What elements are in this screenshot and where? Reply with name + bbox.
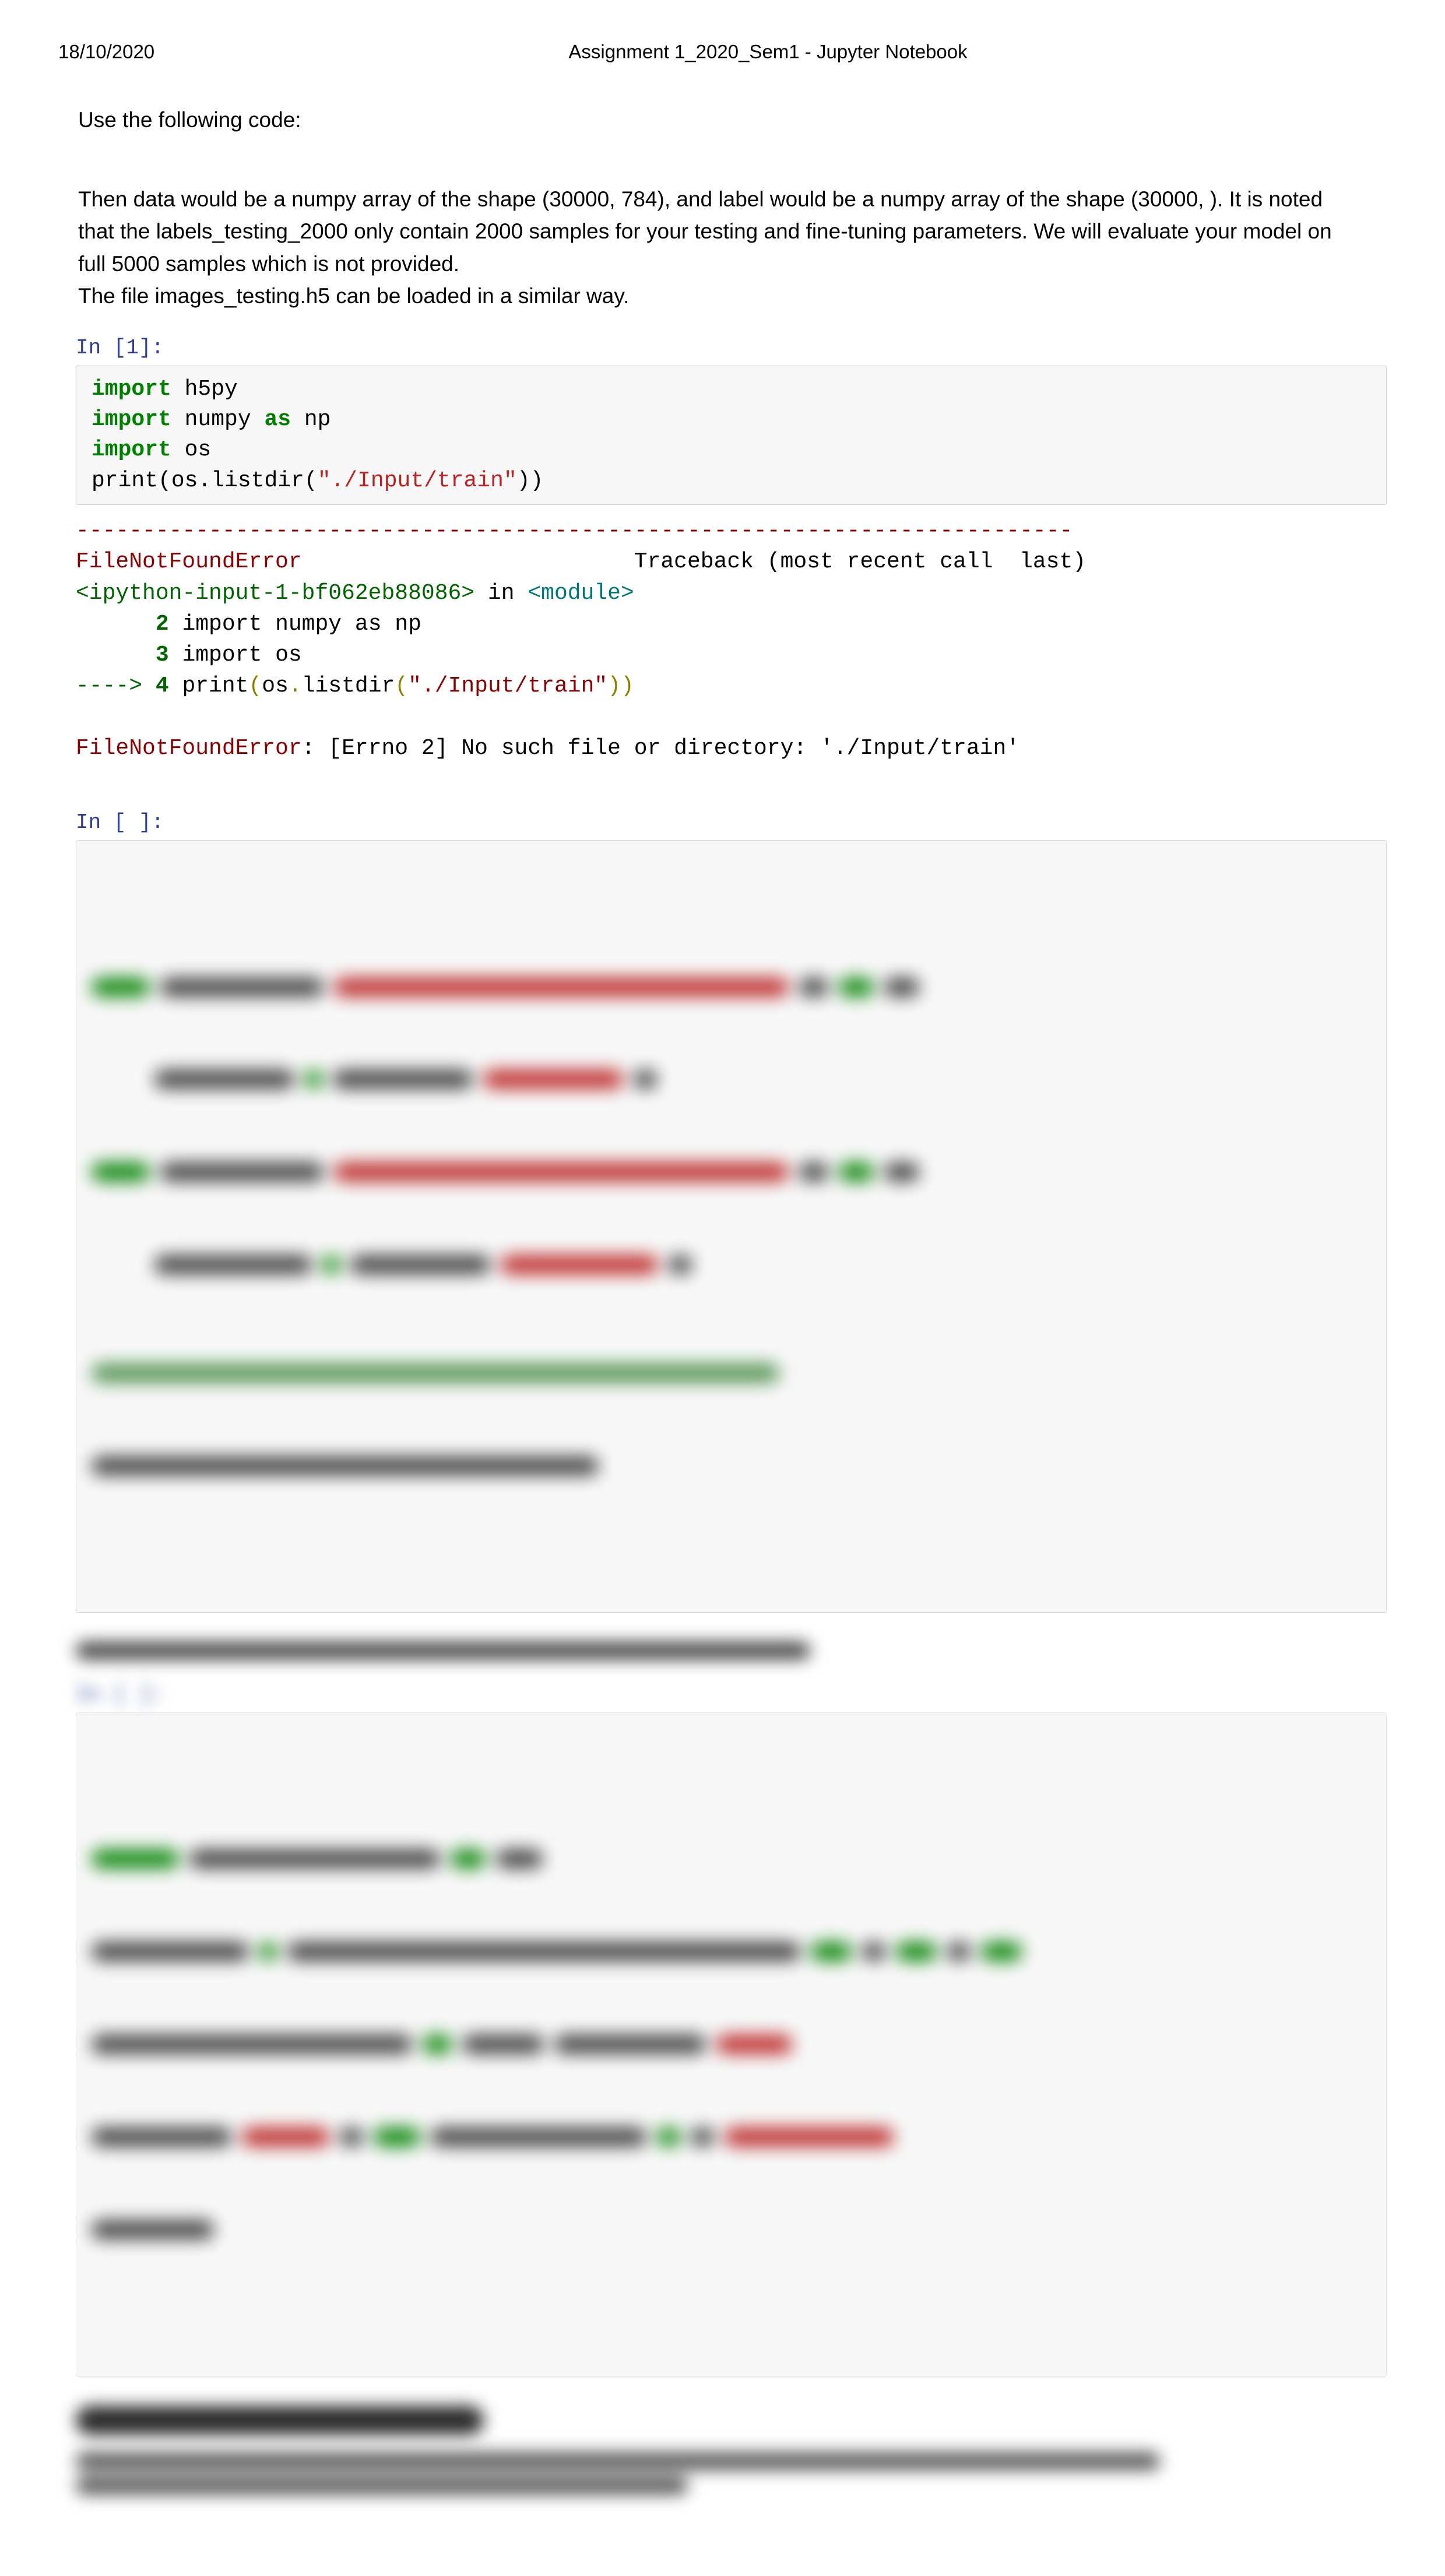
out-l4-str: "./Input/train" xyxy=(408,673,607,699)
out-module: <module> xyxy=(528,581,634,606)
out-l2n: 2 xyxy=(76,612,169,637)
kw-import3: import xyxy=(92,437,171,462)
out-ipyref: <ipython-input-1-bf062eb88086> xyxy=(76,581,474,606)
out-errname: FileNotFoundError xyxy=(76,549,302,574)
out-l4-os: os xyxy=(262,673,289,699)
out-l3t: import os xyxy=(169,643,302,668)
tok-paren: (os.listdir( xyxy=(158,468,318,493)
out-l4-open: ( xyxy=(248,673,262,699)
out-l3n: 3 xyxy=(76,643,169,668)
out-l4-ld: listdir xyxy=(302,673,395,699)
intro-para1: Then data would be a numpy array of the … xyxy=(78,183,1360,280)
kw-import: import xyxy=(92,377,171,402)
intro-line1: Use the following code: xyxy=(78,104,1360,136)
blurred-text-1 xyxy=(76,1642,1387,1659)
cell1-input: import h5py import numpy as np import os… xyxy=(76,366,1387,506)
out-l4-print: print xyxy=(169,673,249,699)
out-foot-rest: : [Errno 2] No such file or directory: '… xyxy=(302,736,1019,761)
out-l4-o2: ( xyxy=(395,673,408,699)
header-title: Assignment 1_2020_Sem1 - Jupyter Noteboo… xyxy=(154,41,1381,63)
out-spaces xyxy=(302,549,634,574)
out-in: in xyxy=(474,581,528,606)
tok-os: os xyxy=(171,437,211,462)
page-header: 18/10/2020 Assignment 1_2020_Sem1 - Jupy… xyxy=(58,41,1387,63)
tok-numpy: numpy xyxy=(171,407,265,432)
out-l4-cl: )) xyxy=(607,673,634,699)
out-l4n: 4 xyxy=(156,673,169,699)
intro-para2: The file images_testing.h5 can be loaded… xyxy=(78,280,1360,313)
cell1-prompt: In [1]: xyxy=(76,336,1387,360)
cell1-output: ----------------------------------------… xyxy=(76,515,1387,764)
blurred-heading xyxy=(76,2406,1387,2435)
tok-close: )) xyxy=(517,468,544,493)
tok-h5py: h5py xyxy=(171,377,238,402)
document-page: 18/10/2020 Assignment 1_2020_Sem1 - Jupy… xyxy=(0,0,1445,2576)
out-sep: ----------------------------------------… xyxy=(76,518,1073,543)
out-tb-label: Traceback (most recent call last) xyxy=(634,549,1086,574)
intro-text: Use the following code: Then data would … xyxy=(78,104,1360,313)
kw-import2: import xyxy=(92,407,171,432)
blurred-text-2 xyxy=(76,2452,1387,2494)
out-arrow: ----> xyxy=(76,673,156,699)
out-l4-dot: . xyxy=(289,673,302,699)
cell2-input-blur xyxy=(76,840,1387,1613)
tok-np: np xyxy=(291,407,331,432)
cell3-input-blur xyxy=(76,1712,1387,2377)
tok-path: "./Input/train" xyxy=(318,468,517,493)
cell2-prompt: In [ ]: xyxy=(76,810,1387,834)
out-l2t: import numpy as np xyxy=(169,612,421,637)
cell3-prompt: In [ ]: xyxy=(76,1683,1387,1707)
out-foot-name: FileNotFoundError xyxy=(76,736,302,761)
header-date: 18/10/2020 xyxy=(58,41,154,63)
tok-print: print xyxy=(92,468,158,493)
kw-as: as xyxy=(264,407,291,432)
